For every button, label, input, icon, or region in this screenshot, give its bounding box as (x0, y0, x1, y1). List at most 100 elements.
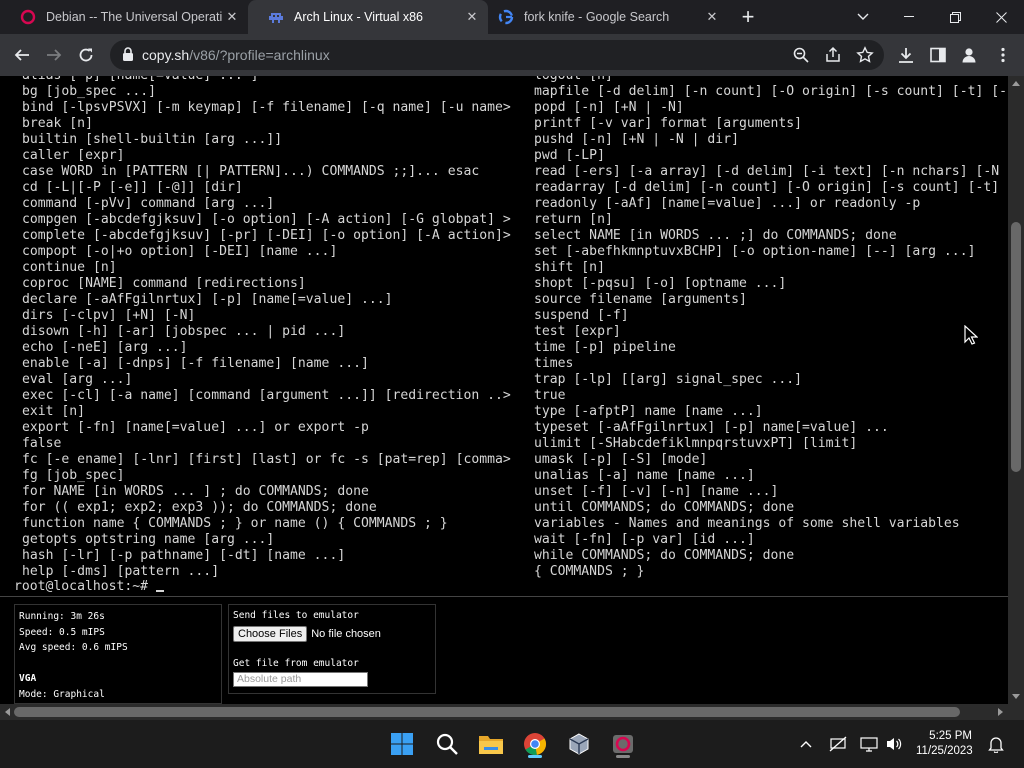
browser-toolbar: copy.sh/v86/?profile=archlinux (0, 34, 1024, 76)
terminal-line: mapfile [-d delim] [-n count] [-O origin… (534, 84, 1007, 99)
terminal-line: logout [n] (534, 76, 613, 84)
terminal-line: help [-dms] [pattern ...] (22, 564, 220, 579)
terminal-line: suspend [-f] (534, 308, 629, 323)
terminal-line: pushd [-n] [+N | -N | dir] (534, 132, 739, 147)
address-bar[interactable]: copy.sh/v86/?profile=archlinux (110, 40, 884, 70)
close-icon[interactable]: ✕ (464, 9, 480, 25)
terminal-line: while COMMANDS; do COMMANDS; done (534, 548, 795, 563)
choose-files-button[interactable]: Choose Files (233, 626, 308, 642)
terminal-line: disown [-h] [-ar] [jobspec ... | pid ...… (22, 324, 346, 339)
terminal-line: false (22, 436, 62, 451)
get-file-label: Get file from emulator (233, 658, 359, 669)
terminal-line: bg [job_spec ...] (22, 84, 157, 99)
virtualbox-icon[interactable] (563, 728, 595, 760)
notification-bell-icon[interactable] (986, 734, 1006, 754)
scroll-corner (1008, 704, 1024, 720)
menu-icon[interactable] (994, 46, 1012, 64)
terminal-line: echo [-neE] [arg ...] (22, 340, 188, 355)
terminal-line: source filename [arguments] (534, 292, 747, 307)
terminal-line: select NAME [in WORDS ... ;] do COMMANDS… (534, 228, 897, 243)
terminal-line: test [expr] (534, 324, 621, 339)
minimize-button[interactable] (886, 0, 932, 34)
terminal-line: for NAME [in WORDS ... ] ; do COMMANDS; … (22, 484, 369, 499)
terminal-line: printf [-v var] format [arguments] (534, 116, 803, 131)
status-panel: Running: 3m 26s Speed: 0.5 mIPS Avg spee… (14, 604, 222, 704)
close-icon[interactable]: ✕ (704, 9, 720, 25)
terminal-line: trap [-lp] [[arg] signal_spec ...] (534, 372, 803, 387)
send-files-label: Send files to emulator (233, 610, 359, 621)
search-icon[interactable] (431, 728, 463, 760)
reload-button[interactable] (74, 43, 98, 67)
profile-icon[interactable] (960, 46, 978, 64)
share-icon[interactable] (824, 46, 842, 64)
tab-arch-linux[interactable]: Arch Linux - Virtual x86 ✕ (248, 0, 488, 34)
terminal-line: hash [-lr] [-p pathname] [-dt] [name ...… (22, 548, 346, 563)
absolute-path-input[interactable]: Absolute path (233, 672, 368, 687)
terminal-line: read [-ers] [-a array] [-d delim] [-i te… (534, 164, 1000, 179)
terminal-line: fc [-e ename] [-lnr] [first] [last] or f… (22, 452, 511, 467)
terminal-line: set [-abefhkmnptuvxBCHP] [-o option-name… (534, 244, 976, 259)
running-time: Running: 3m 26s (19, 611, 105, 622)
terminal-line: break [n] (22, 116, 93, 131)
tab-title: fork knife - Google Search (524, 10, 670, 24)
clock-date: 11/25/2023 (916, 745, 973, 757)
terminal-line: popd [-n] [+N | -N] (534, 100, 684, 115)
terminal-line: unset [-f] [-v] [-n] [name ...] (534, 484, 779, 499)
tab-google-search[interactable]: fork knife - Google Search ✕ (488, 0, 728, 34)
text-cursor (155, 590, 164, 592)
terminal-line: function name { COMMANDS ; } or name () … (22, 516, 448, 531)
terminal-line: wait [-fn] [-p var] [id ...] (534, 532, 755, 547)
file-explorer-icon[interactable] (475, 728, 507, 760)
google-g-icon (498, 9, 514, 25)
back-button[interactable] (10, 43, 34, 67)
mouse-pointer-icon (964, 324, 979, 350)
terminal-line: complete [-abcdefgjksuv] [-pr] [-DEI] [-… (22, 228, 511, 243)
vga-label: VGA (19, 673, 37, 685)
chevron-down-icon[interactable] (840, 0, 886, 34)
close-icon[interactable]: ✕ (224, 9, 240, 25)
forward-button[interactable] (42, 43, 66, 67)
debian-app-icon[interactable] (607, 728, 639, 760)
star-icon[interactable] (856, 46, 874, 64)
terminal-line: compgen [-abcdefgjksuv] [-o option] [-A … (22, 212, 511, 227)
clock-time: 5:25 PM (929, 730, 972, 742)
terminal-line: export [-fn] [name[=value] ...] or expor… (22, 420, 369, 435)
tab-debian[interactable]: Debian -- The Universal Operati ✕ (0, 0, 248, 34)
space-invader-icon (268, 9, 284, 25)
terminal-line: dirs [-clpv] [+N] [-N] (22, 308, 196, 323)
terminal-line: continue [n] (22, 260, 117, 275)
tab-strip: Debian -- The Universal Operati ✕ Arch L… (0, 0, 1024, 34)
no-network-icon[interactable] (828, 734, 848, 754)
terminal-screen[interactable]: alias [-p] [name[=value] ... ]bg [job_sp… (0, 76, 1008, 596)
zoom-icon[interactable] (792, 46, 810, 64)
vertical-scroll-thumb[interactable] (1011, 222, 1021, 472)
horizontal-scroll-thumb[interactable] (14, 707, 960, 717)
terminal-line: builtin [shell-builtin [arg ...]] (22, 132, 283, 147)
lock-icon[interactable] (122, 47, 134, 67)
terminal-line: fg [job_spec] (22, 468, 125, 483)
terminal-line: shift [n] (534, 260, 605, 275)
vga-mode: Mode: Graphical (19, 688, 105, 700)
close-window-button[interactable] (978, 0, 1024, 34)
clock[interactable]: 5:25 PM 11/25/2023 (916, 729, 973, 759)
taskbar: 5:25 PM 11/25/2023 (0, 720, 1024, 768)
terminal-line: type [-afptP] name [name ...] (534, 404, 763, 419)
download-icon[interactable] (897, 46, 915, 64)
side-panel-icon[interactable] (929, 46, 947, 64)
restore-button[interactable] (932, 0, 978, 34)
terminal-line: ulimit [-SHabcdefiklmnpqrstuvxPT] [limit… (534, 436, 858, 451)
terminal-line: unalias [-a] name [name ...] (534, 468, 755, 483)
network-icon[interactable] (859, 734, 879, 754)
chevron-up-icon[interactable] (796, 734, 816, 754)
volume-icon[interactable] (884, 734, 904, 754)
terminal-line: exec [-cl] [-a name] [command [argument … (22, 388, 511, 403)
terminal-line: readonly [-aAf] [name[=value] ...] or re… (534, 196, 921, 211)
terminal-line: coproc [NAME] command [redirections] (22, 276, 306, 291)
file-transfer-panel: Send files to emulator Choose Files No fi… (228, 604, 436, 694)
chrome-icon[interactable] (519, 728, 551, 760)
new-tab-button[interactable]: + (736, 6, 760, 30)
windows-start-icon[interactable] (386, 728, 418, 760)
prompt-text: root@localhost:~# (14, 579, 156, 594)
avg-speed: Avg speed: 0.6 mIPS (19, 642, 128, 654)
